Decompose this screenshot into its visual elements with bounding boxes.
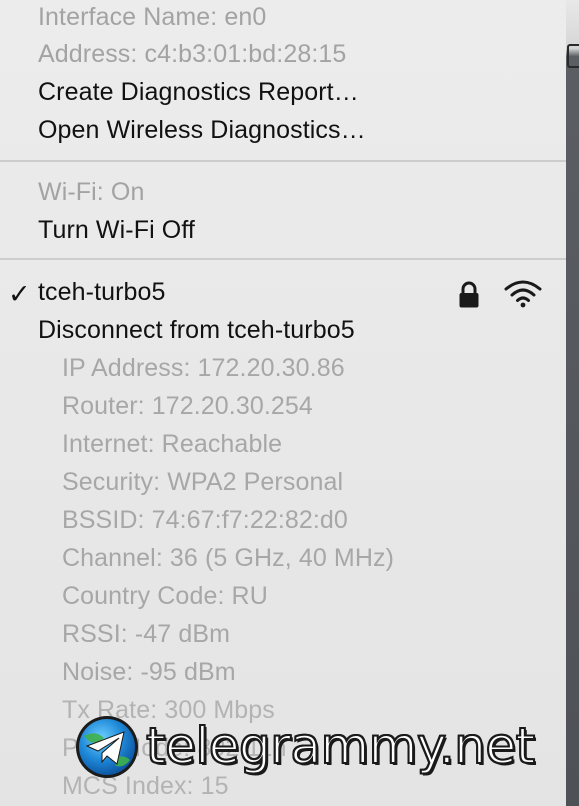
open-wireless-diagnostics-item[interactable]: Open Wireless Diagnostics… [38,115,366,145]
ip-address-label: IP Address: 172.20.30.86 [62,354,345,382]
router-label: Router: 172.20.30.254 [62,392,313,420]
telegram-logo-icon [76,716,138,778]
wifi-signal-icon [504,280,542,308]
disconnect-network-item[interactable]: Disconnect from tceh-turbo5 [38,315,355,345]
watermark-text: telegrammy.net [145,716,536,776]
network-item-tceh-turbo5[interactable]: tceh-turbo5 [38,277,166,307]
create-diagnostics-report-item[interactable]: Create Diagnostics Report… [38,77,359,107]
security-label: Security: WPA2 Personal [62,468,344,496]
checkmark-icon: ✓ [8,279,31,309]
turn-wifi-off-item[interactable]: Turn Wi-Fi Off [38,215,195,245]
noise-label: Noise: -95 dBm [62,658,236,686]
lock-icon [459,281,479,308]
bssid-label: BSSID: 74:67:f7:22:82:d0 [62,506,348,534]
background-window-edge [566,0,579,806]
wifi-status-label: Wi-Fi: On [38,178,145,206]
menu-separator [0,160,566,162]
menu-separator [0,258,566,260]
watermark: telegrammy.net [74,712,574,792]
internet-status-label: Internet: Reachable [62,430,283,458]
wifi-status-menu: Interface Name: en0 Address: c4:b3:01:bd… [0,0,566,806]
mac-address-label: Address: c4:b3:01:bd:28:15 [38,40,347,68]
channel-label: Channel: 36 (5 GHz, 40 MHz) [62,544,394,572]
interface-name-label: Interface Name: en0 [38,3,267,31]
rssi-label: RSSI: -47 dBm [62,620,231,648]
country-code-label: Country Code: RU [62,582,268,610]
window-control-icon [567,44,579,68]
